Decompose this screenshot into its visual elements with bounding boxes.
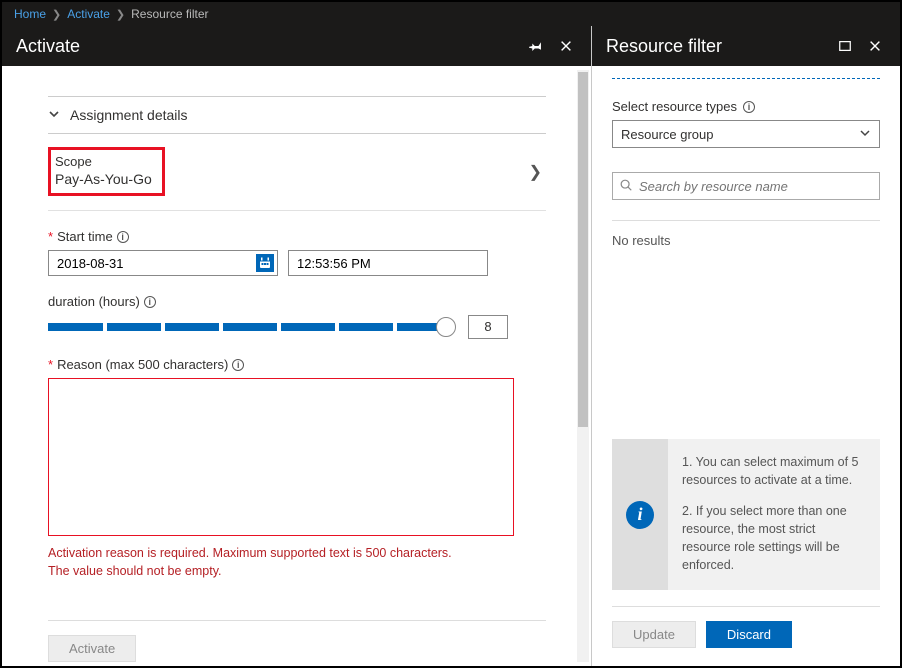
duration-label: duration (hours) i	[48, 294, 546, 309]
chevron-right-icon: ❯	[116, 8, 125, 21]
chevron-right-icon: ❯	[52, 8, 61, 21]
start-time-text: Start time	[57, 229, 113, 244]
resource-search-input[interactable]	[639, 179, 873, 194]
chevron-down-icon	[48, 107, 60, 123]
duration-text: duration (hours)	[48, 294, 140, 309]
resource-search[interactable]	[612, 172, 880, 200]
pin-icon[interactable]	[525, 35, 547, 57]
discard-button[interactable]: Discard	[706, 621, 792, 648]
reason-label: Reason (max 500 characters) i	[48, 357, 546, 372]
reason-input[interactable]	[48, 378, 514, 536]
duration-slider[interactable]	[48, 320, 448, 334]
chevron-right-icon: ❯	[529, 162, 542, 182]
reason-text: Reason (max 500 characters)	[57, 357, 228, 372]
info-icon: i	[626, 501, 654, 529]
error-line-1: Activation reason is required. Maximum s…	[48, 546, 452, 560]
chevron-down-icon	[859, 127, 871, 142]
start-date-input[interactable]	[48, 250, 278, 276]
no-results: No results	[612, 233, 880, 248]
select-label-text: Select resource types	[612, 99, 737, 114]
scope-row[interactable]: Scope Pay-As-You-Go ❯	[48, 133, 546, 211]
resource-filter-title: Resource filter	[606, 36, 722, 57]
reason-error: Activation reason is required. Maximum s…	[48, 545, 546, 580]
breadcrumb: Home ❯ Activate ❯ Resource filter	[2, 2, 900, 26]
close-icon[interactable]	[864, 35, 886, 57]
info-icon[interactable]: i	[743, 101, 755, 113]
blade-top-border	[612, 78, 880, 79]
scrollbar-thumb[interactable]	[578, 72, 588, 427]
scope-highlight: Scope Pay-As-You-Go	[48, 147, 165, 196]
close-icon[interactable]	[555, 35, 577, 57]
breadcrumb-current: Resource filter	[131, 7, 208, 21]
breadcrumb-home[interactable]: Home	[14, 7, 46, 21]
activate-button: Activate	[48, 635, 136, 662]
maximize-icon[interactable]	[834, 35, 856, 57]
duration-value[interactable]: 8	[468, 315, 508, 339]
info-panel: i 1. You can select maximum of 5 resourc…	[612, 439, 880, 590]
activate-header: Activate	[2, 26, 591, 66]
activate-blade: Activate Assignment details	[2, 26, 592, 666]
resource-filter-header: Resource filter	[592, 26, 900, 66]
scrollbar[interactable]	[577, 70, 589, 662]
calendar-icon[interactable]	[256, 254, 274, 272]
assignment-details-label: Assignment details	[70, 107, 188, 123]
info-icon[interactable]: i	[144, 296, 156, 308]
breadcrumb-activate[interactable]: Activate	[67, 7, 110, 21]
assignment-details-toggle[interactable]: Assignment details	[48, 96, 546, 134]
tip-2: 2. If you select more than one resource,…	[682, 502, 864, 575]
update-button: Update	[612, 621, 696, 648]
error-line-2: The value should not be empty.	[48, 564, 222, 578]
search-icon	[619, 178, 633, 195]
scope-label: Scope	[55, 154, 152, 169]
slider-thumb[interactable]	[436, 317, 456, 337]
scope-value: Pay-As-You-Go	[55, 171, 152, 187]
tip-1: 1. You can select maximum of 5 resources…	[682, 453, 864, 489]
activate-title: Activate	[16, 36, 80, 57]
info-icon[interactable]: i	[117, 231, 129, 243]
start-time-input[interactable]	[288, 250, 488, 276]
resource-filter-blade: Resource filter Select resource types i …	[592, 26, 900, 666]
dropdown-selected: Resource group	[621, 127, 714, 142]
info-icon[interactable]: i	[232, 359, 244, 371]
divider	[612, 220, 880, 221]
resource-type-dropdown[interactable]: Resource group	[612, 120, 880, 148]
start-time-label: Start time i	[48, 229, 546, 244]
select-resource-types-label: Select resource types i	[612, 99, 880, 114]
